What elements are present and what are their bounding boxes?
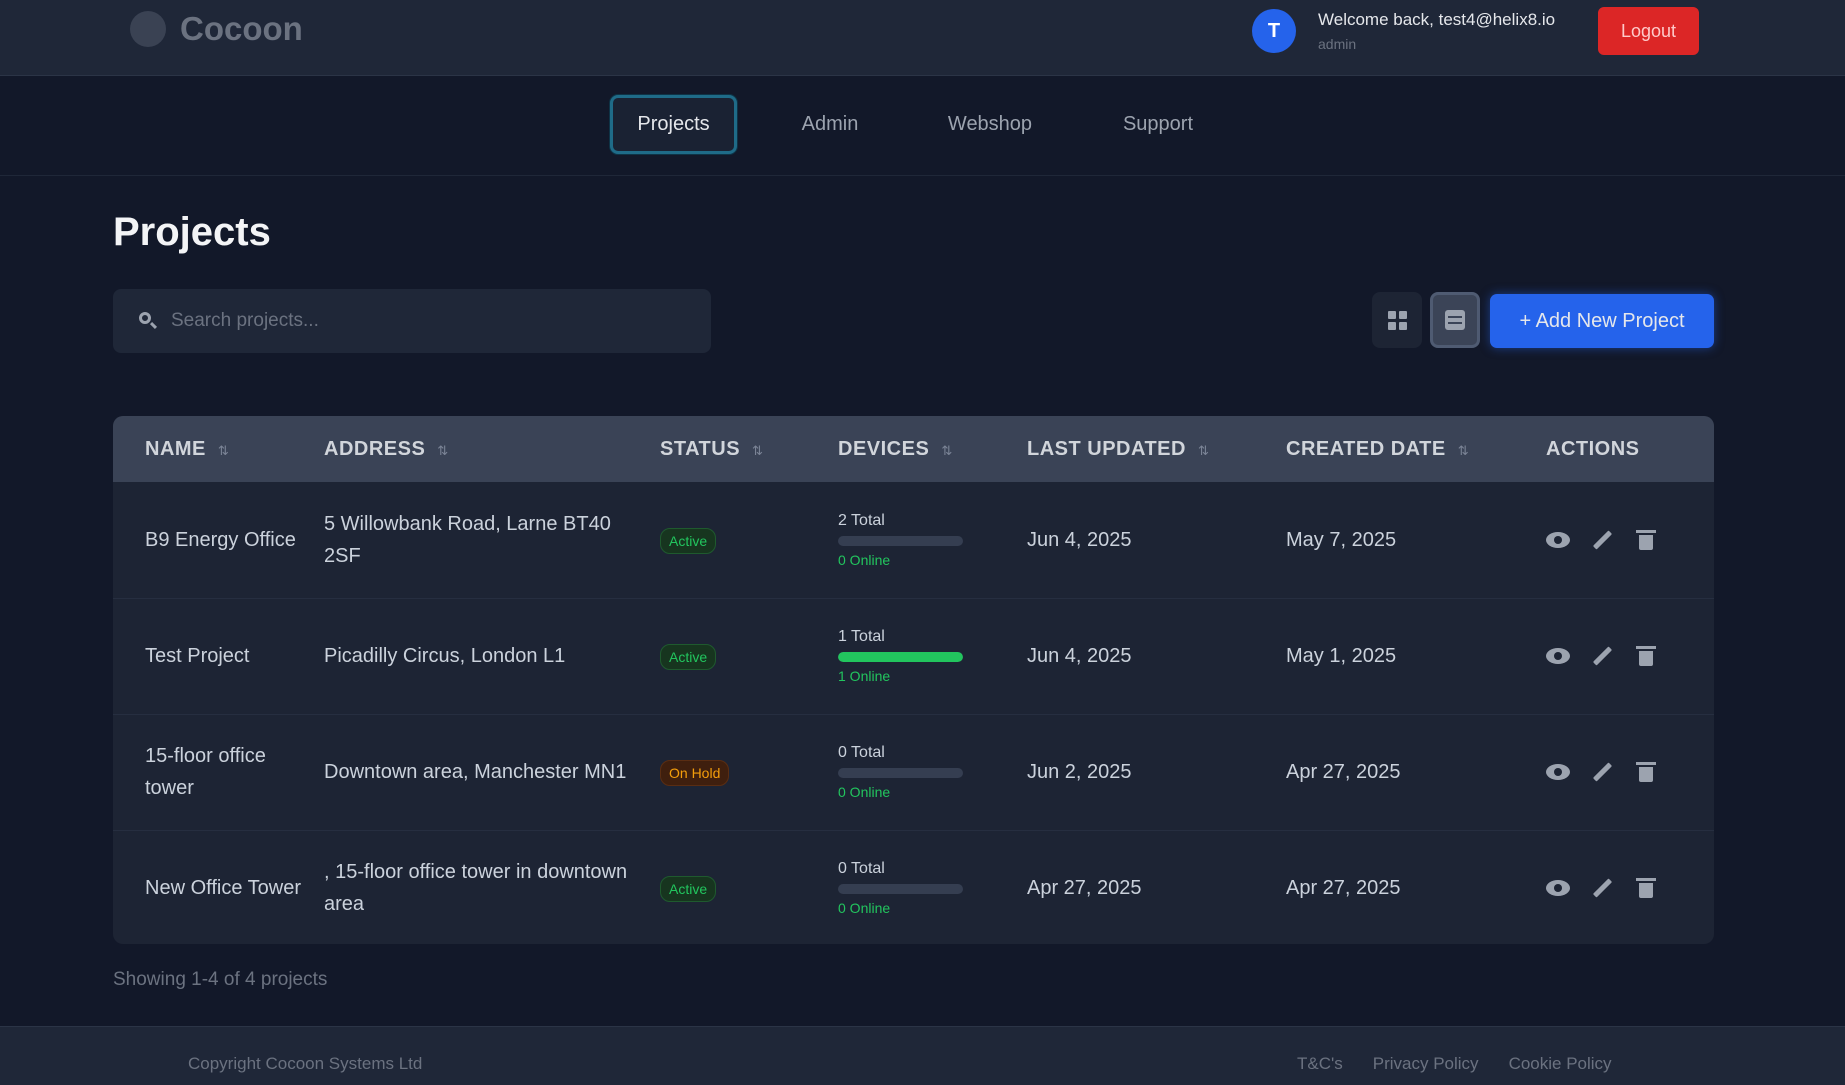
sort-icon[interactable]: ⇅ [1198, 443, 1209, 458]
search-icon [137, 310, 159, 332]
footer-links: T&C's Privacy Policy Cookie Policy [1297, 1054, 1612, 1074]
column-header-devices[interactable]: DEVICES ⇅ [838, 416, 1027, 482]
view-eye-icon[interactable] [1546, 528, 1570, 552]
page-footer: Copyright Cocoon Systems Ltd T&C's Priva… [0, 1026, 1845, 1085]
table-row[interactable]: B9 Energy Office 5 Willowbank Road, Larn… [113, 482, 1714, 598]
brand-name: Cocoon [180, 10, 303, 47]
project-address: 5 Willowbank Road, Larne BT40 2SF [324, 512, 611, 567]
page-title: Projects [113, 210, 271, 254]
add-new-project-button[interactable]: + Add New Project [1490, 294, 1714, 348]
devices-total: 2 Total [838, 511, 885, 529]
view-eye-icon[interactable] [1546, 644, 1570, 668]
tab-admin[interactable]: Admin [780, 95, 880, 154]
table-row[interactable]: Test Project Picadilly Circus, London L1… [113, 598, 1714, 714]
project-name[interactable]: 15-floor office tower [113, 714, 324, 830]
devices-total: 0 Total [838, 744, 885, 761]
view-eye-icon[interactable] [1546, 876, 1570, 900]
status-badge: Active [660, 527, 717, 554]
delete-trash-icon[interactable] [1634, 644, 1658, 668]
delete-trash-icon[interactable] [1634, 528, 1658, 552]
project-address: Picadilly Circus, London L1 [324, 645, 566, 667]
project-name[interactable]: New Office Tower [113, 830, 324, 944]
user-role: admin [1318, 36, 1357, 52]
project-name[interactable]: Test Project [113, 598, 324, 714]
privacy-policy-link[interactable]: Privacy Policy [1373, 1054, 1479, 1074]
devices-online-bar [838, 884, 963, 895]
main-nav: Projects Admin Webshop Support [0, 76, 1845, 176]
edit-pencil-icon[interactable] [1590, 876, 1614, 900]
sort-icon[interactable]: ⇅ [437, 443, 448, 458]
tab-projects[interactable]: Projects [610, 95, 737, 154]
brand[interactable]: Cocoon [130, 10, 303, 48]
created-date: May 1, 2025 [1286, 645, 1397, 667]
terms-link[interactable]: T&C's [1297, 1054, 1343, 1074]
last-updated: Jun 4, 2025 [1027, 645, 1132, 667]
created-date: Apr 27, 2025 [1286, 761, 1401, 783]
logout-button[interactable]: Logout [1598, 7, 1699, 55]
project-name[interactable]: B9 Energy Office [113, 482, 324, 598]
delete-trash-icon[interactable] [1634, 760, 1658, 784]
table-header-row: NAME ⇅ ADDRESS ⇅ STATUS ⇅ DEVICES ⇅ LAST UPD… [113, 416, 1714, 482]
tab-support[interactable]: Support [1103, 95, 1213, 154]
devices-online-bar [838, 652, 963, 662]
pagination-summary: Showing 1-4 of 4 projects [113, 969, 328, 990]
status-badge: Active [660, 644, 717, 670]
view-eye-icon[interactable] [1546, 760, 1570, 784]
created-date: May 7, 2025 [1286, 528, 1397, 551]
grid-view-button[interactable] [1372, 292, 1422, 348]
sort-icon[interactable]: ⇅ [1458, 443, 1469, 458]
devices-total: 1 Total [838, 628, 885, 645]
cocoon-logo-icon [130, 11, 166, 47]
last-updated: Jun 4, 2025 [1027, 528, 1132, 551]
last-updated: Apr 27, 2025 [1027, 877, 1142, 900]
welcome-text: Welcome back, test4@helix8.io [1318, 10, 1556, 29]
user-info: T Welcome back, test4@helix8.io admin [1252, 9, 1555, 53]
edit-pencil-icon[interactable] [1590, 644, 1614, 668]
top-bar: Cocoon T Welcome back, test4@helix8.io a… [0, 0, 1845, 76]
view-toggle [1372, 292, 1480, 348]
last-updated: Jun 2, 2025 [1027, 761, 1132, 783]
devices-online-bar [838, 768, 963, 778]
edit-pencil-icon[interactable] [1590, 760, 1614, 784]
devices-online: 1 Online [838, 668, 891, 684]
column-header-name[interactable]: NAME ⇅ [113, 416, 324, 482]
tab-webshop[interactable]: Webshop [930, 95, 1050, 154]
list-view-icon [1445, 310, 1465, 330]
column-header-address[interactable]: ADDRESS ⇅ [324, 416, 660, 482]
copyright-text: Copyright Cocoon Systems Ltd [188, 1054, 423, 1073]
column-header-created-date[interactable]: CREATED DATE ⇅ [1286, 416, 1546, 482]
user-avatar[interactable]: T [1252, 9, 1296, 53]
projects-table: NAME ⇅ ADDRESS ⇅ STATUS ⇅ DEVICES ⇅ LAST UPD… [113, 416, 1714, 944]
devices-total: 0 Total [838, 860, 885, 878]
grid-view-icon [1387, 310, 1407, 330]
search-input[interactable] [171, 310, 711, 332]
sort-icon[interactable]: ⇅ [218, 443, 229, 458]
project-address: Downtown area, Manchester MN1 [324, 761, 627, 783]
table-row[interactable]: New Office Tower , 15-floor office tower… [113, 830, 1714, 944]
status-badge: On Hold [660, 760, 730, 786]
created-date: Apr 27, 2025 [1286, 877, 1401, 900]
list-view-button[interactable] [1430, 292, 1480, 348]
sort-icon[interactable]: ⇅ [941, 443, 952, 458]
sort-icon[interactable]: ⇅ [752, 443, 763, 458]
devices-online-fill [838, 652, 963, 662]
devices-online: 0 Online [838, 784, 891, 800]
edit-pencil-icon[interactable] [1590, 528, 1614, 552]
cookie-policy-link[interactable]: Cookie Policy [1509, 1054, 1612, 1074]
column-header-status[interactable]: STATUS ⇅ [660, 416, 838, 482]
project-address: , 15-floor office tower in downtown area [324, 861, 628, 916]
devices-online: 0 Online [838, 900, 891, 917]
table-row[interactable]: 15-floor office tower Downtown area, Man… [113, 714, 1714, 830]
status-badge: Active [660, 876, 717, 903]
column-header-actions: ACTIONS [1546, 437, 1640, 460]
column-header-last-updated[interactable]: LAST UPDATED ⇅ [1027, 416, 1286, 482]
search-box[interactable] [113, 289, 711, 353]
devices-online-bar [838, 535, 963, 546]
delete-trash-icon[interactable] [1634, 876, 1658, 900]
devices-online: 0 Online [838, 551, 891, 568]
